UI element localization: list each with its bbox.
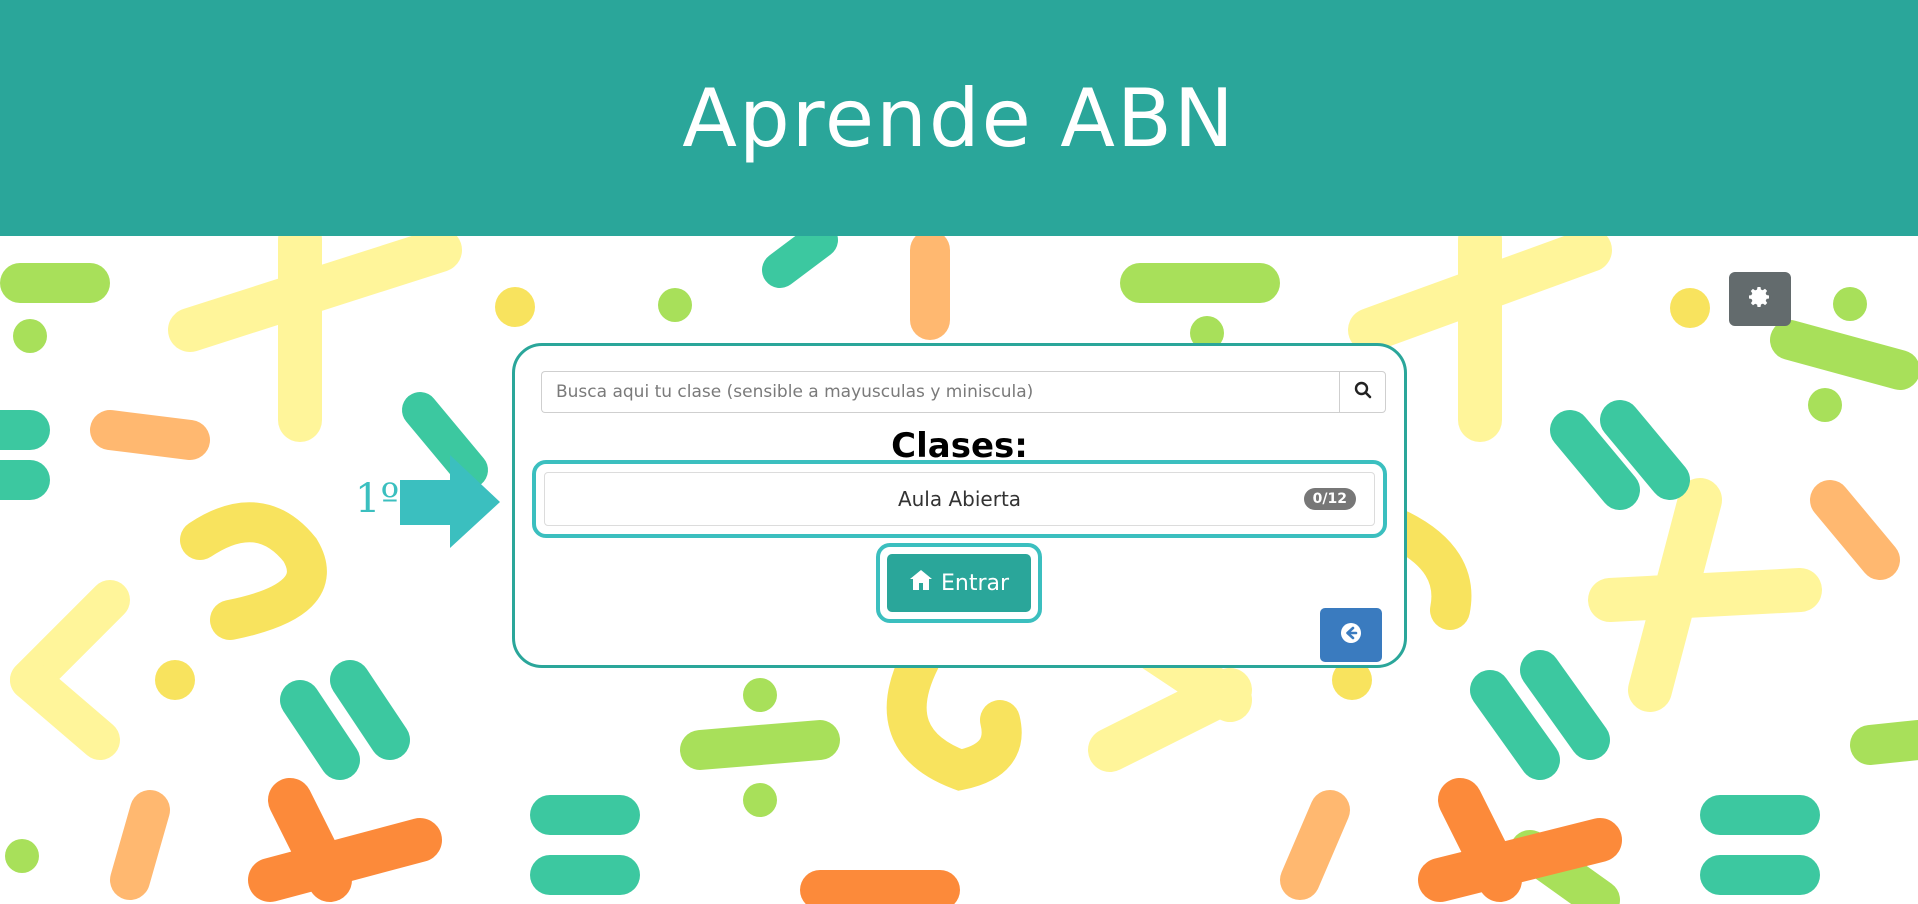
app-header: Aprende ABN [0,0,1918,236]
app-title: Aprende ABN [682,71,1236,165]
class-item-highlight: Aula Abierta 0/12 [532,460,1387,538]
class-count-badge: 0/12 [1303,488,1356,510]
class-list-item[interactable]: Aula Abierta 0/12 [544,472,1375,526]
enter-button-label: Entrar [940,570,1010,596]
class-selection-panel: Clases: Aula Abierta 0/12 Entrar [512,343,1407,668]
search-bar [541,371,1386,413]
settings-button[interactable] [1729,272,1791,326]
enter-button[interactable]: Entrar [887,554,1031,612]
search-button[interactable] [1339,371,1386,413]
back-button[interactable] [1320,608,1382,662]
arrow-left-circle-icon [1340,622,1362,648]
search-icon [1354,381,1372,403]
search-input[interactable] [541,371,1339,413]
home-icon [909,569,933,597]
gear-icon [1748,285,1772,313]
step-1-arrow [400,455,500,548]
class-item-label: Aula Abierta [897,487,1022,511]
enter-button-highlight: Entrar [876,543,1042,623]
step-1-label: 1º [355,476,400,522]
